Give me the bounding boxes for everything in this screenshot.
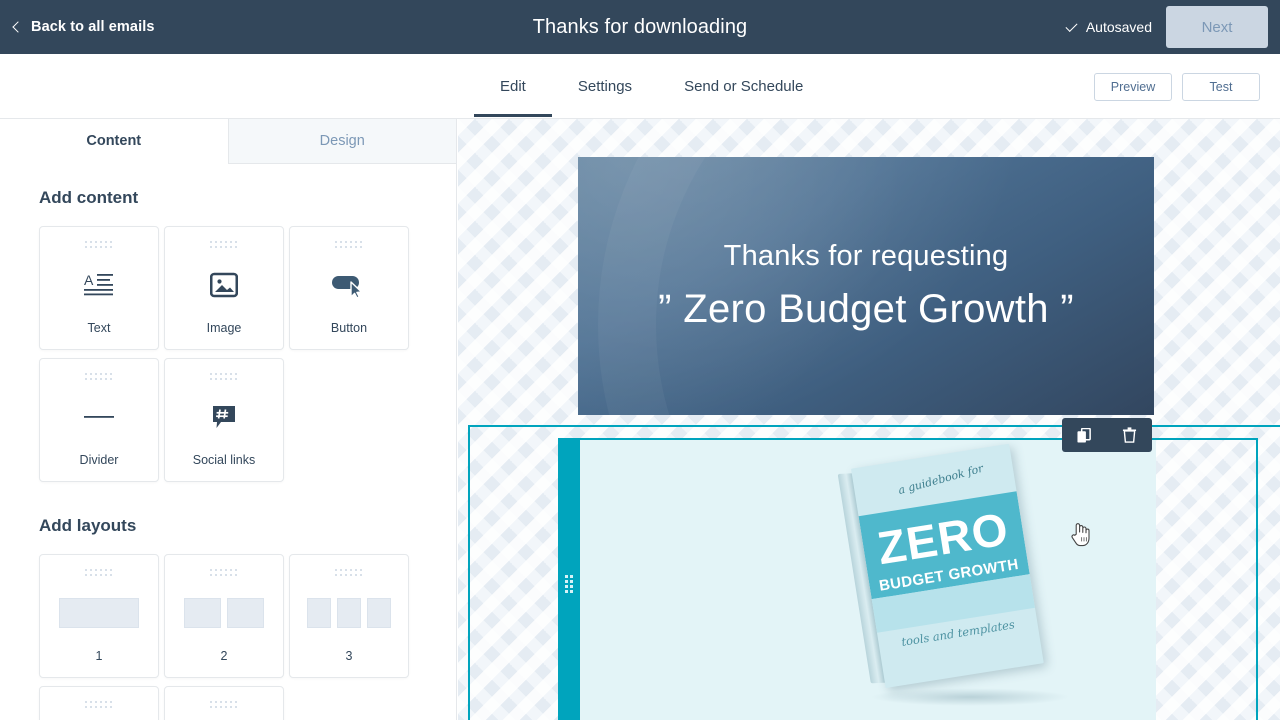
sidebar-tab-content[interactable]: Content [0,119,228,164]
layout-card-4[interactable] [39,686,159,720]
tab-edit-label: Edit [500,78,526,95]
sidebar-body: Add content A Text Image Button Divider … [0,164,456,720]
editor-tab-bar: Edit Settings Send or Schedule Preview T… [0,54,1280,119]
layout-card-1-label: 1 [95,649,103,663]
drag-dots-icon [565,575,573,593]
content-card-image[interactable]: Image [164,226,284,350]
drag-dots-icon [85,569,113,577]
hero-banner-module[interactable]: Thanks for requesting ” Zero Budget Grow… [578,157,1154,415]
content-card-divider-label: Divider [79,453,119,467]
text-block-icon: A [84,249,114,321]
module-toolbar [1062,418,1152,452]
tab-send-or-schedule-label: Send or Schedule [684,78,804,95]
chevron-left-icon [12,21,24,33]
tab-settings-label: Settings [577,78,633,95]
autosaved-status: Autosaved [1065,19,1152,35]
selected-module-outline[interactable] [558,438,1258,720]
duplicate-module-button[interactable] [1070,420,1100,450]
layout-preview-2-column [184,577,264,649]
add-content-heading: Add content [39,188,139,207]
drag-dots-icon [210,241,238,249]
content-card-text-label: Text [87,321,111,335]
module-drag-handle[interactable] [558,440,580,720]
delete-module-button[interactable] [1115,420,1145,450]
editor-tab-actions: Preview Test [1094,54,1260,119]
next-button[interactable]: Next [1166,6,1268,48]
editor-tabs: Edit Settings Send or Schedule [474,54,829,119]
autosaved-label: Autosaved [1085,19,1152,35]
check-icon [1065,21,1078,34]
drag-dots-icon [85,701,113,709]
layout-card-2-label: 2 [220,649,228,663]
content-card-image-label: Image [206,321,242,335]
layout-card-3-label: 3 [345,649,353,663]
content-card-social-links[interactable]: Social links [164,358,284,482]
layout-card-1[interactable]: 1 [39,554,159,678]
hero-line-1: Thanks for requesting [723,240,1009,272]
sidebar-tabs: Content Design [0,119,456,164]
top-bar-actions: Autosaved Next [1065,0,1268,54]
drag-dots-icon [210,569,238,577]
layout-card-2[interactable]: 2 [164,554,284,678]
drag-dots-icon [335,569,363,577]
sidebar-tab-design-label: Design [319,133,365,149]
layout-card-5[interactable] [164,686,284,720]
app-top-bar: Back to all emails Thanks for downloadin… [0,0,1280,54]
layout-preview-1-column [59,577,139,649]
preview-button[interactable]: Preview [1094,72,1172,101]
drag-dots-icon [210,701,238,709]
content-card-divider[interactable]: Divider [39,358,159,482]
tab-send-or-schedule[interactable]: Send or Schedule [658,54,829,117]
tab-settings[interactable]: Settings [552,54,658,117]
editor-sidebar: Content Design Add content A Text Image … [0,119,457,720]
drag-dots-icon [85,241,113,249]
content-card-button-label: Button [330,321,368,335]
button-cursor-icon [332,249,366,321]
sidebar-tab-design[interactable]: Design [227,119,456,164]
tab-edit[interactable]: Edit [474,54,552,117]
drag-dots-icon [85,373,113,381]
hero-line-2: ” Zero Budget Growth ” [658,287,1074,331]
back-to-all-emails-label: Back to all emails [31,19,155,35]
drag-dots-icon [335,241,363,249]
layout-card-3[interactable]: 3 [289,554,409,678]
social-links-icon [210,381,238,453]
content-card-text[interactable]: A Text [39,226,159,350]
sidebar-tab-content-label: Content [86,133,142,149]
test-button[interactable]: Test [1182,72,1260,101]
add-layouts-grid: 1 2 3 [39,554,456,720]
layout-preview-3-column [307,577,391,649]
email-canvas[interactable]: Thanks for requesting ” Zero Budget Grow… [458,119,1280,720]
content-card-social-links-label: Social links [192,453,256,467]
divider-icon [84,381,114,453]
add-content-grid: A Text Image Button Divider Social links [39,226,456,482]
image-icon [210,249,238,321]
content-card-button[interactable]: Button [289,226,409,350]
drag-dots-icon [210,373,238,381]
back-to-all-emails-link[interactable]: Back to all emails [12,19,155,35]
svg-text:A: A [84,272,94,288]
add-layouts-heading: Add layouts [39,516,137,535]
